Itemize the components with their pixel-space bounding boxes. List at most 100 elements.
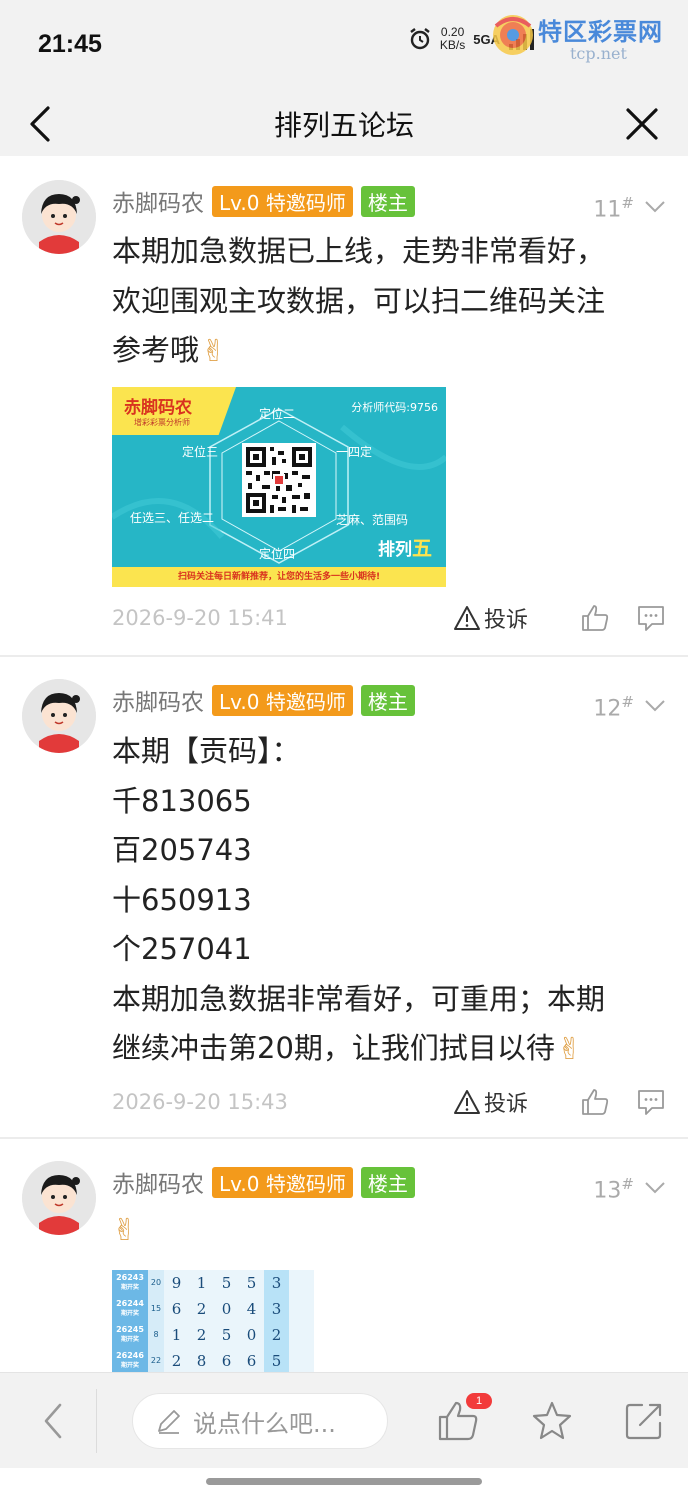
bottom-action-bar: 说点什么吧... 1: [0, 1372, 688, 1468]
back-arrow-icon[interactable]: [38, 1399, 68, 1443]
comment-placeholder: 说点什么吧...: [193, 1409, 336, 1438]
digit-cell: 3: [264, 1296, 289, 1322]
host-badge: 楼主: [360, 1166, 415, 1198]
issue-cell: 26245 期开奖: [112, 1322, 148, 1348]
banner-brand: 排列五: [378, 532, 432, 561]
avatar[interactable]: [22, 679, 96, 753]
floor-number: 11#: [593, 194, 634, 222]
share-icon[interactable]: [622, 1399, 666, 1443]
post-actions: 投诉: [453, 602, 666, 634]
floor-number: 12#: [593, 693, 634, 721]
banner-logo-subtitle: 增彩彩票分析师: [134, 418, 190, 427]
digit-cell: 9: [171, 1274, 182, 1292]
thumbs-up-icon[interactable]: [580, 1087, 610, 1117]
post-time: 2026-9-20 15:43: [112, 1090, 288, 1114]
digit-cell: 8: [196, 1352, 207, 1370]
banner-logo: 赤脚码农 增彩彩票分析师: [112, 387, 236, 435]
author-name[interactable]: 赤脚码农: [112, 683, 204, 717]
avatar[interactable]: [22, 180, 96, 254]
comment-icon[interactable]: [636, 1087, 666, 1117]
issue-number: 26246: [116, 1351, 144, 1360]
post-line-text: 参考哦: [112, 333, 200, 367]
page-title: 排列五论坛: [273, 109, 414, 142]
chevron-down-icon[interactable]: [644, 200, 666, 214]
sum-cell: 8: [148, 1322, 164, 1348]
close-icon[interactable]: [620, 102, 664, 146]
banner-logo-title: 赤脚码农: [124, 398, 192, 418]
comment-input[interactable]: 说点什么吧...: [132, 1393, 388, 1449]
victory-hand-icon: ✌: [556, 1032, 583, 1068]
star-icon[interactable]: [530, 1399, 574, 1443]
level-badge: Lv.0 特邀码师: [212, 185, 353, 217]
post-floor-11: 赤脚码农 Lv.0 特邀码师 楼主 11# 本期加急数据已上线，走势非常看好， …: [0, 156, 688, 654]
post-actions: 投诉: [453, 1086, 666, 1118]
warning-icon: [453, 606, 480, 630]
sum-cell: 22: [148, 1348, 164, 1374]
chevron-down-icon[interactable]: [644, 699, 666, 713]
digit-cell: 0: [221, 1300, 232, 1318]
report-button[interactable]: 投诉: [453, 1086, 528, 1118]
banner-label: 一四定: [336, 445, 373, 459]
banner-brand-prefix: 排列: [378, 540, 412, 560]
floor-mark: #: [621, 194, 634, 212]
author-name[interactable]: 赤脚码农: [112, 1165, 204, 1199]
banner-label: 定位二: [259, 407, 296, 421]
author-row: 赤脚码农 Lv.0 特邀码师 楼主: [112, 683, 415, 717]
digit-cell: 1: [171, 1326, 182, 1344]
avatar-girl-icon: [22, 679, 96, 753]
net-speed-unit: KB/s: [439, 38, 466, 52]
avatar[interactable]: [22, 1161, 96, 1235]
thumbs-up-icon[interactable]: [580, 603, 610, 633]
watermark-title: 特区彩票网: [538, 17, 663, 46]
status-time: 21:45: [38, 30, 102, 58]
post-floor-12: 赤脚码农 Lv.0 特邀码师 楼主 12# 本期【贡码】： 千813065 百2…: [0, 657, 688, 1137]
issue-cell: 26243 期开奖: [112, 1270, 148, 1296]
table-row: 26245 期开奖 8 1 2 5 0 2: [112, 1322, 314, 1348]
post-line: 本期加急数据已上线，走势非常看好，: [112, 234, 606, 268]
digit-cell: 5: [264, 1348, 289, 1374]
level-badge: Lv.0 特邀码师: [212, 1166, 353, 1198]
post-floor-13: 赤脚码农 Lv.0 特邀码师 楼主 13# ✌: [0, 1139, 688, 1372]
floor-mark: #: [621, 1175, 634, 1193]
home-indicator[interactable]: [206, 1478, 482, 1485]
issue-sub: 期开奖: [120, 1362, 139, 1369]
post-line: 本期加急数据非常看好，可重用；本期: [112, 981, 606, 1016]
site-watermark: 特区彩票网 tcp.net: [490, 12, 680, 70]
nav-bar: 排列五论坛: [0, 92, 688, 156]
post-content: 本期【贡码】： 千813065 百205743 十650913 个257041 …: [112, 727, 672, 1075]
like-count-badge: 1: [466, 1393, 492, 1409]
report-button[interactable]: 投诉: [453, 602, 528, 634]
post-line: 十650913: [112, 882, 252, 917]
banner-label: 任选三、任选二: [130, 511, 215, 525]
net-speed: 0.20 KB/s: [440, 26, 465, 52]
author-row: 赤脚码农 Lv.0 特邀码师 楼主: [112, 1165, 415, 1199]
digit-cell: 6: [221, 1352, 232, 1370]
post-line: 本期【贡码】：: [112, 734, 301, 768]
watermark-url: tcp.net: [570, 44, 627, 63]
lottery-results-table-image[interactable]: 26243 期开奖 20 9 1 5 5 3 26244 期开奖 15 6 2 0 …: [112, 1270, 314, 1374]
digit-cell: 5: [246, 1274, 257, 1292]
issue-sub: 期开奖: [120, 1336, 139, 1343]
post-line: 继续冲击第20期，让我们拭目以待✌: [112, 1024, 672, 1075]
digit-cell: 5: [221, 1274, 232, 1292]
separator: [96, 1389, 97, 1453]
digit-cell: 3: [264, 1270, 289, 1296]
post-line: 千813065: [112, 783, 252, 818]
qr-banner-image[interactable]: 赤脚码农 增彩彩票分析师 分析师代码:9756 定位二 定位三 一四定 任选三、…: [112, 387, 446, 587]
qr-code: [242, 443, 316, 517]
host-badge: 楼主: [360, 185, 415, 217]
chevron-down-icon[interactable]: [644, 1181, 666, 1195]
author-name[interactable]: 赤脚码农: [112, 184, 204, 218]
report-label: 投诉: [483, 1092, 528, 1117]
digit-cell: 2: [196, 1300, 207, 1318]
post-line: 参考哦✌: [112, 326, 672, 377]
status-bar: 21:45 0.20 KB/s 5GA 特区彩票网 tcp.net: [0, 0, 688, 92]
issue-cell: 26246 期开奖: [112, 1348, 148, 1374]
floor-number: 13#: [593, 1175, 634, 1203]
floor-value: 11: [593, 197, 622, 223]
comment-icon[interactable]: [636, 603, 666, 633]
sum-cell: 20: [148, 1270, 164, 1296]
post-line: 百205743: [112, 833, 252, 867]
avatar-girl-icon: [22, 1161, 96, 1235]
victory-hand-icon: ✌: [201, 334, 227, 370]
